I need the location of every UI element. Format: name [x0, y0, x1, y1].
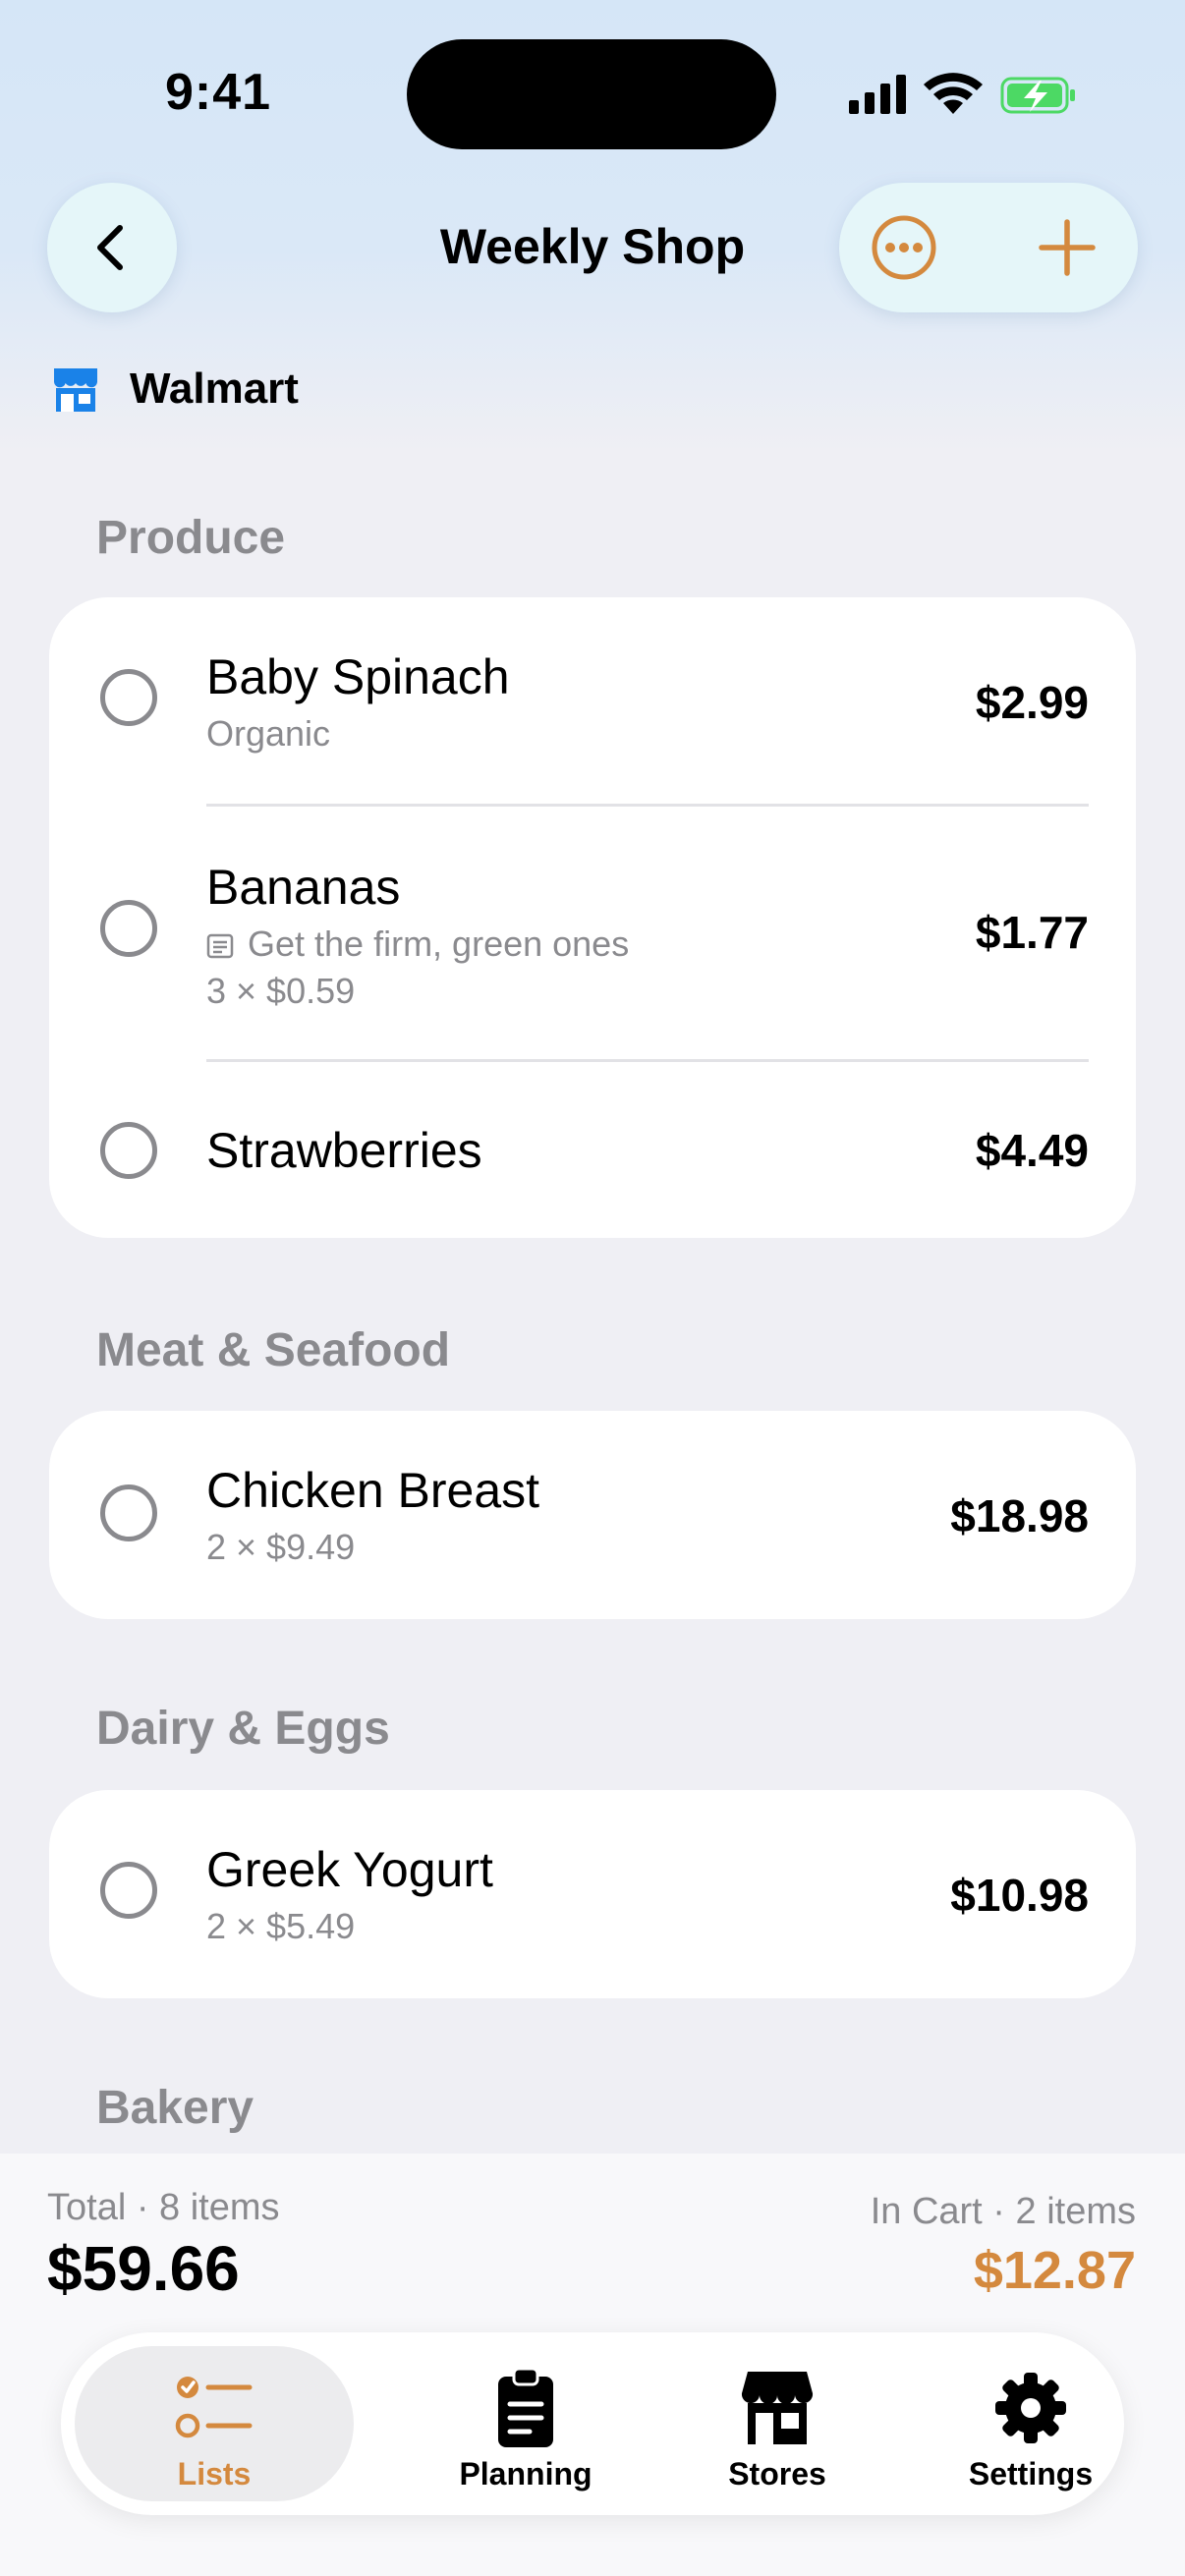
item-name: Bananas	[206, 860, 401, 915]
tab-bar: Lists Planning Stores Settings	[61, 2332, 1124, 2515]
store-selector[interactable]: Walmart	[51, 360, 299, 419]
tab-label: Settings	[968, 2456, 1094, 2492]
tab-planning[interactable]: Planning	[399, 2332, 652, 2515]
item-price: $10.98	[950, 1870, 1089, 1921]
tab-label: Lists	[177, 2456, 252, 2492]
storefront-icon	[54, 368, 97, 412]
item-name: Strawberries	[206, 1123, 482, 1178]
item-checkbox[interactable]	[100, 669, 157, 726]
item-price: $18.98	[950, 1490, 1089, 1541]
item-checkbox[interactable]	[100, 1862, 157, 1919]
tab-label: Planning	[459, 2456, 592, 2492]
total-value: $59.66	[47, 2233, 240, 2304]
tab-label: Stores	[728, 2456, 826, 2492]
item-name: Baby Spinach	[206, 649, 510, 704]
battery-charging-icon	[1000, 77, 1075, 114]
item-name: Greek Yogurt	[206, 1842, 493, 1897]
item-price: $2.99	[975, 677, 1089, 728]
ellipsis-circle-icon	[872, 215, 936, 280]
list-item[interactable]: Bananas Get the firm, green ones 3 × $0.…	[49, 806, 1136, 1063]
more-button[interactable]	[869, 212, 939, 283]
section-title-produce: Produce	[96, 512, 286, 564]
item-checkbox[interactable]	[100, 1122, 157, 1179]
in-cart-value: $12.87	[973, 2241, 1136, 2300]
header-actions	[839, 183, 1138, 312]
section-card-produce: Baby Spinach Organic $2.99 Bananas Get t…	[49, 597, 1136, 1238]
checklist-icon	[61, 2366, 367, 2450]
plus-icon	[1039, 219, 1096, 276]
section-card-meat-seafood: Chicken Breast 2 × $9.49 $18.98	[49, 1411, 1136, 1619]
item-checkbox[interactable]	[100, 1484, 157, 1541]
item-price: $1.77	[975, 907, 1089, 958]
store-name: Walmart	[130, 364, 299, 413]
wifi-icon	[924, 73, 983, 114]
storefront-icon	[650, 2366, 904, 2450]
total-label: Total · 8 items	[47, 2187, 280, 2228]
dynamic-island	[407, 39, 776, 149]
tab-settings[interactable]: Settings	[904, 2332, 1157, 2515]
in-cart-label: In Cart · 2 items	[870, 2191, 1136, 2232]
note-icon	[206, 934, 234, 959]
section-card-dairy-eggs: Greek Yogurt 2 × $5.49 $10.98	[49, 1790, 1136, 1998]
divider	[206, 1059, 1089, 1062]
list-item[interactable]: Baby Spinach Organic $2.99	[49, 597, 1136, 806]
item-price: $4.49	[975, 1125, 1089, 1176]
section-title-meat-seafood: Meat & Seafood	[96, 1324, 451, 1376]
section-title-dairy-eggs: Dairy & Eggs	[96, 1703, 390, 1755]
item-note-text: Get the firm, green ones	[248, 924, 630, 964]
item-name: Chicken Breast	[206, 1463, 540, 1518]
section-title-bakery: Bakery	[96, 2082, 254, 2134]
item-quantity: 2 × $9.49	[206, 1527, 356, 1567]
clipboard-icon	[399, 2366, 652, 2450]
add-item-button[interactable]	[1034, 214, 1100, 281]
status-time: 9:41	[165, 64, 272, 121]
chevron-left-icon	[97, 225, 123, 270]
tab-stores[interactable]: Stores	[650, 2332, 904, 2515]
status-icons	[847, 71, 1083, 120]
item-subtitle: Organic	[206, 713, 331, 754]
list-item[interactable]: Chicken Breast 2 × $9.49 $18.98	[49, 1411, 1136, 1619]
item-quantity: 3 × $0.59	[206, 971, 356, 1011]
gear-icon	[904, 2366, 1157, 2450]
list-item[interactable]: Strawberries $4.49	[49, 1063, 1136, 1238]
list-item[interactable]: Greek Yogurt 2 × $5.49 $10.98	[49, 1790, 1136, 1998]
tab-lists[interactable]: Lists	[61, 2332, 367, 2515]
item-quantity: 2 × $5.49	[206, 1906, 356, 1946]
page-title: Weekly Shop	[439, 219, 746, 274]
item-checkbox[interactable]	[100, 900, 157, 957]
back-button[interactable]	[47, 183, 177, 312]
item-note: Get the firm, green ones	[206, 924, 629, 965]
cellular-signal-icon	[849, 75, 906, 114]
